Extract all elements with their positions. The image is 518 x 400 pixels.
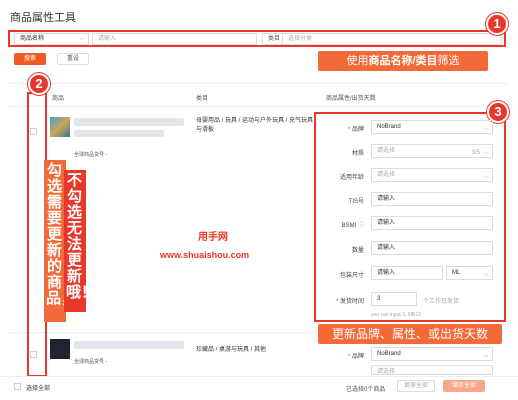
package-size-label: 包装尺寸: [339, 273, 364, 279]
product-thumbnail: [50, 117, 70, 137]
brand-label: * 品牌: [347, 354, 364, 360]
chevron-down-icon: ⌵: [79, 36, 84, 42]
divider: [8, 83, 508, 84]
chevron-down-icon: ⌵: [483, 174, 488, 180]
material-select[interactable]: 请选择 0/5 ⌵: [371, 144, 493, 158]
restore-all-button[interactable]: 复原全部: [397, 380, 435, 392]
help-icon: ⓘ: [357, 223, 364, 229]
divider: [0, 376, 518, 377]
ship-days-input[interactable]: 3: [371, 292, 417, 306]
chevron-down-icon: ⌵: [483, 150, 488, 156]
col-header-attrs: 商品属性/出货天数: [326, 96, 376, 102]
selected-count: 已选择0个商品: [346, 387, 386, 393]
product-category: 母婴用品 / 玩具 / 运动与户外玩具 / 充气玩具与滑板: [196, 118, 314, 133]
chevron-down-icon: ⌵: [483, 126, 488, 132]
reset-button[interactable]: 重设: [57, 53, 89, 65]
package-size-input[interactable]: 请输入: [371, 266, 443, 280]
bsmi-input[interactable]: 请输入: [371, 216, 493, 230]
product-category: 珍藏品 / 桌游与玩具 / 其他: [196, 347, 267, 353]
product-name-input[interactable]: 请输入: [92, 33, 257, 45]
chevron-down-icon: ⌵: [483, 353, 488, 359]
tis-label: TIS号: [348, 199, 364, 205]
sku-label: 全球商品货号 -: [74, 359, 108, 365]
save-all-button[interactable]: 储存全部: [443, 380, 485, 392]
search-button[interactable]: 搜索: [14, 53, 46, 65]
product-name-blurred: [74, 341, 184, 349]
divider: [8, 332, 314, 333]
callout-text: 筛选: [437, 55, 460, 67]
callout-text: 使用: [346, 55, 369, 67]
brand-select[interactable]: NoBrand ⌵: [371, 120, 493, 134]
quantity-label: 数量: [351, 248, 364, 254]
bsmi-label: BSMI ⓘ: [341, 223, 364, 229]
age-label: 适用年龄: [339, 175, 364, 181]
annotation-badge-1: 1: [486, 13, 508, 35]
age-select[interactable]: 请选择 ⌵: [371, 168, 493, 182]
category-label: 类目: [262, 33, 282, 45]
watermark-url: www.shuaishou.com: [160, 250, 250, 260]
watermark-title: 用手网: [198, 232, 228, 243]
category-select[interactable]: 选择分类: [282, 33, 502, 45]
ship-range-hint: you can input 3, 5到10: [371, 312, 422, 318]
callout-filter: 使用商品名称/类目筛选: [318, 51, 488, 71]
col-header-category: 类目: [196, 96, 209, 102]
material-count: 0/5: [471, 150, 480, 156]
annotation-badge-2: 2: [28, 73, 50, 95]
field-type-select[interactable]: 商品名称 ⌵: [14, 33, 89, 45]
select-all-label: 选择全部: [26, 386, 51, 392]
callout-update: 更新品牌、属性、或出货天数: [318, 324, 502, 344]
callout-bold-text: 商品名称/类目: [368, 55, 438, 67]
callout-vertical-text: 勾选需要更新的商品，: [46, 162, 77, 307]
quantity-input[interactable]: 请输入: [371, 241, 493, 255]
material-label: 材质: [351, 151, 364, 157]
sku-label: 全球商品货号 -: [74, 152, 108, 158]
product-name-blurred: [74, 130, 164, 137]
tis-input[interactable]: 请输入: [371, 192, 493, 206]
material-select[interactable]: 请选择: [371, 365, 493, 375]
product-name-blurred: [74, 118, 184, 126]
divider: [8, 106, 508, 107]
callout-vertical-text: 不勾选无法更新哦！: [66, 172, 97, 301]
brand-select[interactable]: NoBrand ⌵: [371, 347, 493, 361]
ship-days-hint: 个工作日发货: [423, 299, 460, 305]
package-unit-select[interactable]: ML ⌵: [446, 266, 493, 280]
page-title: 商品属性工具: [10, 12, 76, 24]
select-all-checkbox[interactable]: [14, 383, 21, 390]
product-thumbnail: [50, 339, 70, 359]
chevron-down-icon: ⌵: [483, 272, 488, 278]
brand-label: * 品牌: [347, 127, 364, 133]
col-header-product: 商品: [52, 96, 65, 102]
ship-time-label: * 发货时间: [335, 299, 364, 305]
